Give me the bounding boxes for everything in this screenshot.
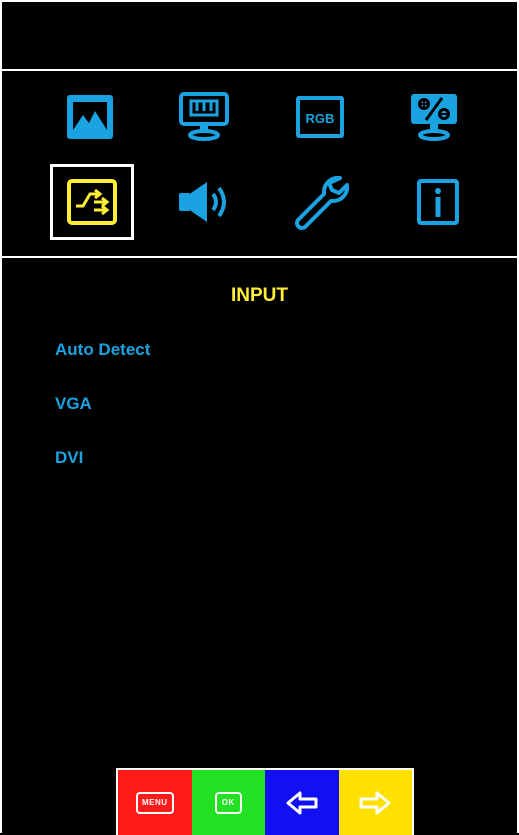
left-arrow-icon bbox=[286, 791, 318, 814]
display-settings-icon-button[interactable] bbox=[162, 79, 246, 155]
wrench-icon-button[interactable] bbox=[278, 164, 362, 240]
menu-item-vga[interactable]: VGA bbox=[55, 394, 92, 414]
info-icon bbox=[417, 179, 459, 225]
rgb-icon: RGB bbox=[296, 96, 344, 138]
display-settings-icon bbox=[179, 92, 229, 141]
speaker-icon-button[interactable] bbox=[170, 164, 254, 240]
menu-item-dvi[interactable]: DVI bbox=[55, 448, 83, 468]
input-source-icon-button[interactable] bbox=[50, 164, 134, 240]
menu-button[interactable]: MENU bbox=[118, 770, 192, 835]
menu-button-label: MENU bbox=[135, 791, 174, 814]
wrench-icon bbox=[295, 175, 350, 230]
menu-item-auto-detect[interactable]: Auto Detect bbox=[55, 340, 150, 360]
input-source-icon bbox=[67, 179, 117, 225]
speaker-icon bbox=[179, 182, 226, 222]
right-button[interactable] bbox=[338, 770, 412, 835]
svg-text:RGB: RGB bbox=[306, 111, 335, 126]
button-bar: MENU OK bbox=[116, 768, 414, 835]
picture-icon bbox=[67, 95, 113, 139]
icon-grid: RGB bbox=[2, 71, 517, 256]
right-arrow-icon bbox=[359, 791, 391, 814]
ok-button[interactable]: OK bbox=[191, 770, 265, 835]
info-icon-button[interactable] bbox=[396, 164, 480, 240]
picture-icon-button[interactable] bbox=[48, 79, 132, 155]
percentage-icon bbox=[411, 94, 457, 141]
divider-middle bbox=[2, 256, 517, 258]
left-button[interactable] bbox=[265, 770, 339, 835]
percentage-icon-button[interactable] bbox=[392, 79, 476, 155]
section-title: INPUT bbox=[231, 285, 288, 306]
rgb-icon-button[interactable]: RGB bbox=[278, 79, 362, 155]
ok-button-label: OK bbox=[214, 791, 242, 814]
osd-menu: RGB INPUT Auto Detect VGA DVI MENU OK bbox=[0, 0, 519, 835]
